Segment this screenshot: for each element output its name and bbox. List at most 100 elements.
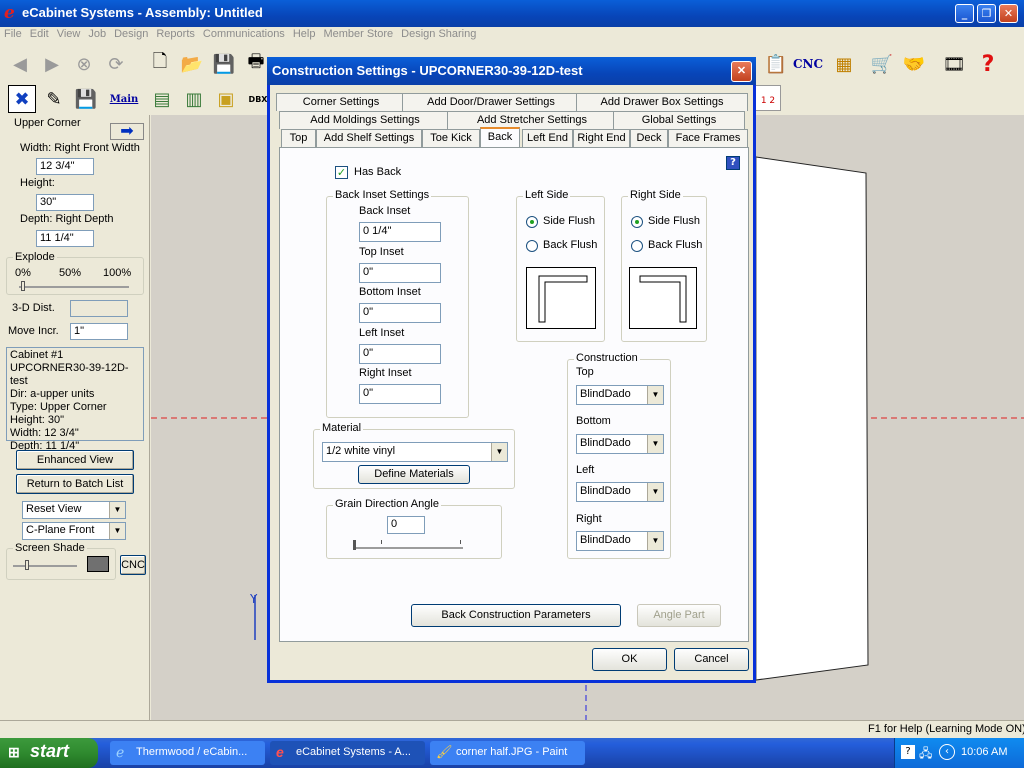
depth-field[interactable]: 11 1/4" xyxy=(36,230,94,247)
layout-icon[interactable]: ▦ xyxy=(830,50,858,78)
menu-design-sharing[interactable]: Design Sharing xyxy=(397,27,480,40)
grain-angle-field[interactable]: 0 xyxy=(387,516,425,534)
save-disk-icon[interactable]: 💾 xyxy=(72,85,100,113)
taskbar-item-thermwood[interactable]: ℯ Thermwood / eCabin... xyxy=(110,741,265,765)
help-icon[interactable]: ? xyxy=(726,156,740,170)
drawer-icon[interactable]: ▣ xyxy=(212,85,240,113)
back-construction-parameters-button[interactable]: Back Construction Parameters xyxy=(411,604,621,627)
chevron-down-icon[interactable]: ▼ xyxy=(109,523,125,539)
bottom-inset-field[interactable]: 0" xyxy=(359,303,441,323)
grain-slider-track[interactable] xyxy=(353,547,463,549)
construction-right-select[interactable]: BlindDado ▼ xyxy=(576,531,664,551)
forward-arrow-icon[interactable]: ▶ xyxy=(38,50,66,78)
edit-pencil-icon[interactable]: ✎ xyxy=(40,85,68,113)
back-arrow-icon[interactable]: ◀ xyxy=(6,50,34,78)
ok-button[interactable]: OK xyxy=(592,648,667,671)
help-question-icon[interactable]: ? xyxy=(974,50,1002,78)
left-inset-field[interactable]: 0" xyxy=(359,344,441,364)
dist-field[interactable] xyxy=(70,300,128,317)
move-incr-field[interactable]: 1" xyxy=(70,323,128,340)
tab-face-frames[interactable]: Face Frames xyxy=(668,129,748,147)
cabinet-list-icon[interactable]: ▥ xyxy=(180,85,208,113)
cnc-button[interactable]: CNC xyxy=(120,555,146,575)
tab-add-stretcher[interactable]: Add Stretcher Settings xyxy=(447,111,617,129)
start-button[interactable]: ⊞ start xyxy=(0,738,98,768)
tab-add-shelf[interactable]: Add Shelf Settings xyxy=(316,129,422,147)
menu-edit[interactable]: Edit xyxy=(26,27,53,40)
menu-file[interactable]: File xyxy=(0,27,26,40)
tab-add-moldings[interactable]: Add Moldings Settings xyxy=(279,111,451,129)
return-batch-button[interactable]: Return to Batch List xyxy=(16,474,134,494)
cplane-select[interactable]: C-Plane Front ▼ xyxy=(22,522,126,540)
define-materials-button[interactable]: Define Materials xyxy=(358,465,470,484)
network-icon[interactable]: 🖧 xyxy=(919,744,932,765)
taskbar-item-paint[interactable]: 🖌 corner half.JPG - Paint xyxy=(430,741,585,765)
close-button[interactable]: ✕ xyxy=(999,4,1018,23)
delete-cabinet-icon[interactable]: ✖ xyxy=(8,85,36,113)
save-icon[interactable]: 💾 xyxy=(210,50,238,78)
refresh-icon[interactable]: ⟳ xyxy=(102,50,130,78)
menu-view[interactable]: View xyxy=(53,27,85,40)
tab-add-door-drawer[interactable]: Add Door/Drawer Settings xyxy=(402,93,580,111)
cancel-button[interactable]: Cancel xyxy=(674,648,749,671)
shade-slider[interactable] xyxy=(13,565,77,567)
chevron-down-icon[interactable]: ▼ xyxy=(647,386,663,404)
chevron-down-icon[interactable]: ▼ xyxy=(109,502,125,518)
tab-right-end[interactable]: Right End xyxy=(573,129,630,147)
width-field[interactable]: 12 3/4" xyxy=(36,158,94,175)
left-back-flush-radio[interactable] xyxy=(526,240,538,252)
stop-icon[interactable]: ⊗ xyxy=(70,50,98,78)
menu-job[interactable]: Job xyxy=(84,27,110,40)
cabinet-view-icon[interactable]: ▤ xyxy=(148,85,176,113)
tab-top[interactable]: Top xyxy=(281,129,316,147)
edit-list-icon[interactable]: 📋 xyxy=(762,50,790,78)
restore-button[interactable]: ❐ xyxy=(977,4,996,23)
back-inset-field[interactable]: 0 1/4" xyxy=(359,222,441,242)
tab-left-end[interactable]: Left End xyxy=(522,129,573,147)
tab-back[interactable]: Back xyxy=(480,127,520,147)
back-arrow-tray-icon[interactable]: ‹ xyxy=(939,744,955,760)
shopping-cart-icon[interactable]: 🛒 xyxy=(868,50,896,78)
material-select[interactable]: 1/2 white vinyl ▼ xyxy=(322,442,508,462)
grain-slider-thumb[interactable] xyxy=(353,540,356,550)
dialog-close-button[interactable]: ✕ xyxy=(731,61,752,82)
menu-communications[interactable]: Communications xyxy=(199,27,289,40)
ruler-icon[interactable]: 1 2 xyxy=(755,85,781,111)
reset-view-select[interactable]: Reset View ▼ xyxy=(22,501,126,519)
height-field[interactable]: 30" xyxy=(36,194,94,211)
menu-member-store[interactable]: Member Store xyxy=(319,27,397,40)
left-side-flush-radio[interactable] xyxy=(526,216,538,228)
minimize-button[interactable]: _ xyxy=(955,4,974,23)
open-folder-icon[interactable]: 📂 xyxy=(178,50,206,78)
enhanced-view-button[interactable]: Enhanced View xyxy=(16,450,134,470)
has-back-checkbox[interactable]: ✓ xyxy=(335,166,348,179)
tab-corner-settings[interactable]: Corner Settings xyxy=(276,93,406,111)
menu-help[interactable]: Help xyxy=(289,27,320,40)
tab-add-drawer-box[interactable]: Add Drawer Box Settings xyxy=(576,93,748,111)
top-inset-field[interactable]: 0" xyxy=(359,263,441,283)
main-icon[interactable]: Main xyxy=(110,85,139,113)
explode-slider[interactable] xyxy=(19,286,129,288)
shade-swatch[interactable] xyxy=(87,556,109,572)
chevron-down-icon[interactable]: ▼ xyxy=(491,443,507,461)
chevron-down-icon[interactable]: ▼ xyxy=(647,483,663,501)
tab-global-settings[interactable]: Global Settings xyxy=(613,111,745,129)
cnc-toolbar-button[interactable]: CNC xyxy=(793,50,823,78)
help-tray-icon[interactable]: ? xyxy=(901,745,915,759)
explode-slider-thumb[interactable] xyxy=(21,281,25,291)
right-back-flush-radio[interactable] xyxy=(631,240,643,252)
construction-left-select[interactable]: BlindDado ▼ xyxy=(576,482,664,502)
construction-top-select[interactable]: BlindDado ▼ xyxy=(576,385,664,405)
tab-deck[interactable]: Deck xyxy=(630,129,668,147)
shade-slider-thumb[interactable] xyxy=(25,560,29,570)
menu-reports[interactable]: Reports xyxy=(152,27,199,40)
menu-design[interactable]: Design xyxy=(110,27,152,40)
construction-bottom-select[interactable]: BlindDado ▼ xyxy=(576,434,664,454)
cabinet-panel[interactable] xyxy=(755,156,869,681)
right-side-flush-radio[interactable] xyxy=(631,216,643,228)
chevron-down-icon[interactable]: ▼ xyxy=(647,435,663,453)
chevron-down-icon[interactable]: ▼ xyxy=(647,532,663,550)
print-icon[interactable]: 🖶 xyxy=(242,50,270,78)
tab-toe-kick[interactable]: Toe Kick xyxy=(422,129,480,147)
right-inset-field[interactable]: 0" xyxy=(359,384,441,404)
